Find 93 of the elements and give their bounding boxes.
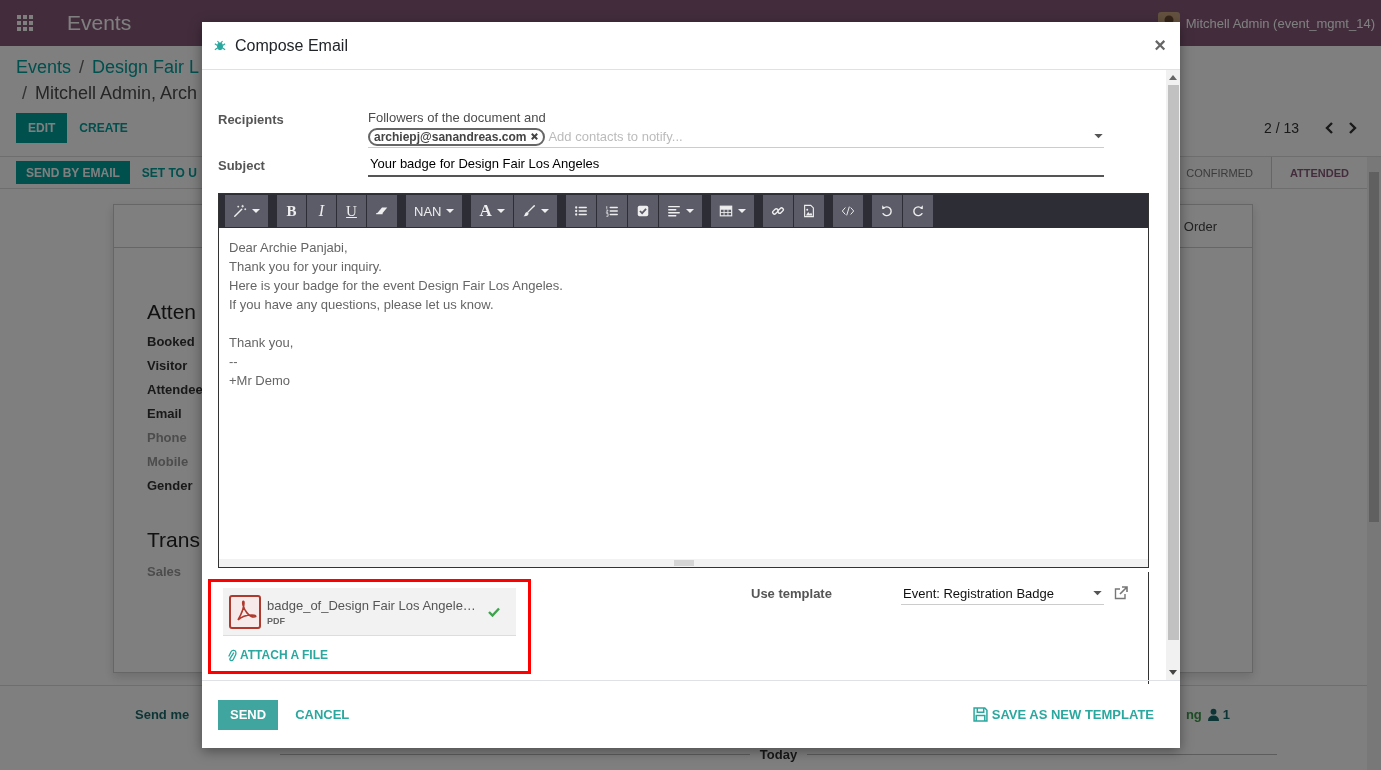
save-template-button[interactable]: SAVE AS NEW TEMPLATE xyxy=(972,707,1154,722)
form-title: Atten xyxy=(147,300,197,324)
header-button[interactable]: SET TO U xyxy=(131,161,207,184)
scroll-down-icon[interactable] xyxy=(1169,670,1177,675)
previous-icon[interactable] xyxy=(1324,121,1334,135)
highlight-button[interactable] xyxy=(513,195,557,227)
paintbrush-icon xyxy=(521,204,536,218)
bullet-list-icon xyxy=(573,204,588,218)
recipient-tag[interactable]: archiepj@sanandreas.com xyxy=(368,127,546,146)
email-text-line: +Mr Demo xyxy=(229,372,292,390)
numbered-list-icon xyxy=(604,204,619,218)
template-select[interactable]: Event: Registration Badge xyxy=(901,584,1104,605)
align-button[interactable] xyxy=(658,195,702,227)
caret-icon xyxy=(1093,591,1102,596)
email-text-line: Thank you, xyxy=(229,334,295,352)
bullet-list-button[interactable] xyxy=(565,195,596,227)
attachment-name: badge_of_Design Fair Los Angele… xyxy=(267,597,477,613)
email-text-line: Dear Archie Panjabi, xyxy=(229,239,349,257)
bold-button[interactable]: B xyxy=(277,195,306,227)
field-label: Booked xyxy=(147,333,195,351)
bug-icon xyxy=(214,39,226,52)
style-button[interactable] xyxy=(225,195,268,227)
code-view-button[interactable] xyxy=(832,195,863,227)
caret-icon[interactable] xyxy=(1094,134,1103,139)
follower-count[interactable]: 1 xyxy=(1222,706,1230,722)
paperclip-icon xyxy=(227,648,237,662)
user-menu[interactable]: Mitchell Admin (event_mgmt_14) xyxy=(1185,15,1375,31)
font-color-button[interactable]: A xyxy=(471,195,513,227)
cancel-button[interactable]: CANCEL xyxy=(286,707,359,722)
dialog-title: Compose Email xyxy=(235,36,348,55)
link-icon xyxy=(770,204,785,218)
pager-value: 2 / 13 xyxy=(1263,120,1299,136)
image-icon xyxy=(801,204,816,218)
remove-icon[interactable] xyxy=(530,132,540,141)
font-size-button[interactable]: NAN xyxy=(406,195,463,227)
email-text-line: If you have any questions, please let us know. xyxy=(229,296,495,314)
email-text-line: Here is your badge for the event Design Fair Los Angeles. xyxy=(229,277,564,295)
resize-handle-icon[interactable] xyxy=(673,560,694,566)
link-button[interactable] xyxy=(762,195,793,227)
attachment-card[interactable]: badge_of_Design Fair Los Angele… PDF xyxy=(223,588,516,636)
checklist-button[interactable] xyxy=(627,195,658,227)
field-label: Gender xyxy=(147,477,193,495)
subject-label: Subject xyxy=(218,157,266,173)
table-button[interactable] xyxy=(710,195,754,227)
undo-icon xyxy=(879,204,894,218)
breadcrumb-link[interactable]: Events xyxy=(16,55,72,79)
numbered-list-button[interactable] xyxy=(596,195,627,227)
breadcrumb-separator: / xyxy=(22,82,27,105)
date-separator: Today xyxy=(759,746,798,762)
magic-wand-icon xyxy=(233,204,247,218)
checkbox-icon xyxy=(635,204,650,218)
page-scrollbar[interactable] xyxy=(1367,157,1381,770)
next-icon[interactable] xyxy=(1348,121,1358,135)
external-link-icon[interactable] xyxy=(1114,586,1128,600)
field-label: Visitor xyxy=(147,357,188,375)
clear-format-button[interactable] xyxy=(367,195,397,227)
followers-text: Followers of the document and xyxy=(368,110,547,126)
breadcrumb-separator: / xyxy=(79,56,85,79)
recipients-label: Recipients xyxy=(218,111,285,127)
person-icon[interactable] xyxy=(1207,707,1219,721)
italic-button[interactable]: I xyxy=(307,195,336,227)
image-button[interactable] xyxy=(793,195,824,227)
breadcrumb-current: Mitchell Admin, Arch xyxy=(35,82,198,105)
field-label: Attendee xyxy=(147,381,203,399)
field-label: Email xyxy=(147,405,182,423)
app-name: Events xyxy=(67,11,132,35)
section-title: Trans xyxy=(147,528,200,552)
underline-button[interactable]: U xyxy=(337,195,366,227)
send-message-link[interactable]: Send me xyxy=(135,706,190,722)
apps-menu-icon[interactable] xyxy=(17,15,33,31)
breadcrumb-link[interactable]: Design Fair L xyxy=(92,55,200,79)
close-button[interactable]: × xyxy=(1152,34,1168,57)
email-text-line: -- xyxy=(229,353,239,371)
pdf-icon xyxy=(229,594,261,629)
attachment-type: PDF xyxy=(267,615,286,626)
redo-icon xyxy=(910,204,925,218)
align-left-icon xyxy=(666,204,681,218)
header-button[interactable]: SEND BY EMAIL xyxy=(16,161,130,184)
attach-file-link[interactable]: ATTACH A FILE xyxy=(227,648,328,662)
stat-button[interactable]: Order xyxy=(1183,218,1217,234)
create-button[interactable]: CREATE xyxy=(67,113,140,143)
save-icon xyxy=(972,707,988,722)
email-text-line: Thank you for your inquiry. xyxy=(229,258,383,276)
scroll-up-icon[interactable] xyxy=(1169,75,1177,80)
edit-button[interactable]: EDIT xyxy=(16,113,68,143)
undo-button[interactable] xyxy=(871,195,902,227)
redo-button[interactable] xyxy=(902,195,933,227)
table-icon xyxy=(718,204,733,218)
activity-link[interactable]: ng xyxy=(1185,706,1202,722)
dialog-scrollbar[interactable] xyxy=(1166,70,1180,680)
send-button[interactable]: SEND xyxy=(218,699,279,730)
code-icon xyxy=(840,204,855,218)
template-label: Use template xyxy=(751,585,833,601)
